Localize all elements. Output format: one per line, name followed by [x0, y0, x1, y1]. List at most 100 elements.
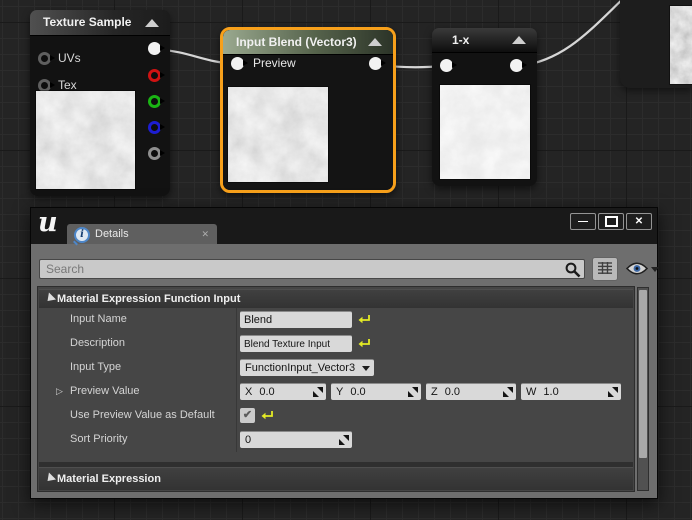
category-expanded-icon — [43, 472, 57, 485]
checkmark-icon: ✔ — [242, 409, 253, 421]
scrollbar-thumb[interactable] — [639, 290, 647, 458]
material-graph-canvas[interactable]: Texture Sample UVs Tex Input Blend (Vect… — [0, 0, 692, 520]
node-texture-sample[interactable]: Texture Sample UVs Tex — [30, 10, 170, 196]
display-filter-button[interactable] — [592, 257, 618, 281]
row-input-type: Input Type FunctionInput_Vector3 — [39, 356, 633, 381]
search-icon — [565, 262, 581, 278]
tab-label: Details — [95, 228, 129, 240]
texture-preview — [228, 87, 328, 182]
value-drag-icon[interactable] — [339, 435, 349, 445]
details-window: u — ✕ i Details ✕ Search Material Expres… — [30, 207, 659, 499]
property-label: Sort Priority — [70, 433, 128, 445]
window-titlebar[interactable]: u — ✕ i Details ✕ — [31, 207, 657, 244]
view-options-caret-icon[interactable] — [651, 267, 659, 272]
node-header[interactable]: 1-x — [432, 28, 537, 53]
tab-details[interactable]: i Details ✕ — [67, 224, 217, 244]
rows-filler — [39, 452, 633, 462]
axis-label: Z — [431, 386, 438, 398]
property-label: Preview Value — [70, 385, 140, 397]
expander-icon[interactable]: ▷ — [56, 380, 63, 403]
property-label: Use Preview Value as Default — [70, 409, 215, 421]
row-sort-priority: Sort Priority 0 — [39, 428, 633, 453]
maximize-button[interactable] — [598, 213, 624, 230]
reset-to-default-icon[interactable] — [358, 314, 371, 326]
input-type-value: FunctionInput_Vector3 — [245, 362, 356, 374]
pin-label: UVs — [58, 51, 81, 65]
category-material-expression-function-input[interactable]: Material Expression Function Input — [39, 289, 633, 308]
axis-value: 0.0 — [444, 386, 461, 398]
node-input-blend-selection-outline[interactable]: Input Blend (Vector3) Preview — [220, 27, 396, 193]
output-pin-rgb[interactable] — [148, 42, 165, 55]
node-header[interactable]: Texture Sample — [30, 10, 170, 36]
axis-value: 0.0 — [350, 386, 366, 398]
node-title: Input Blend (Vector3) — [236, 35, 357, 49]
sort-priority-field[interactable]: 0 — [240, 431, 352, 448]
use-preview-default-checkbox[interactable]: ✔ — [240, 408, 255, 423]
input-name-value[interactable] — [240, 312, 352, 328]
output-pin-red[interactable] — [148, 69, 165, 82]
tab-close-icon[interactable]: ✕ — [201, 224, 209, 244]
node-one-minus-x[interactable]: 1-x — [432, 28, 537, 186]
row-preview-value: ▷ Preview Value X 0.0 Y 0.0 Z 0.0 W 1.0 — [39, 380, 633, 405]
texture-preview — [36, 91, 135, 189]
preview-value-z-field[interactable]: Z 0.0 — [426, 383, 516, 400]
column-divider[interactable] — [236, 308, 237, 452]
node-header[interactable]: Input Blend (Vector3) — [223, 30, 393, 55]
view-options-eye-icon[interactable] — [626, 262, 648, 275]
preview-value-y-field[interactable]: Y 0.0 — [331, 383, 421, 400]
value-drag-icon[interactable] — [608, 387, 618, 397]
dropdown-caret-icon — [362, 366, 370, 371]
output-pin-blue[interactable] — [148, 121, 165, 134]
maximize-icon — [604, 216, 618, 227]
row-use-preview-default: Use Preview Value as Default ✔ — [39, 404, 633, 429]
texture-preview — [440, 85, 530, 179]
sort-priority-value: 0 — [245, 434, 252, 446]
preview-value-x-field[interactable]: X 0.0 — [240, 383, 326, 400]
details-scrollbar[interactable] — [637, 287, 649, 491]
output-pin-alpha[interactable] — [148, 147, 165, 160]
axis-label: X — [245, 386, 253, 398]
category-title: Material Expression — [57, 473, 161, 485]
preview-value-w-field[interactable]: W 1.0 — [521, 383, 621, 400]
input-name-field[interactable] — [240, 311, 352, 328]
input-pin[interactable] — [440, 59, 457, 72]
unreal-logo-icon: u — [38, 207, 58, 238]
grid-icon — [598, 262, 612, 274]
reset-to-default-icon[interactable] — [358, 338, 371, 350]
value-drag-icon[interactable] — [408, 387, 418, 397]
description-value[interactable] — [240, 336, 352, 352]
category-expanded-icon — [43, 292, 57, 305]
description-field[interactable] — [240, 335, 352, 352]
search-input[interactable] — [39, 259, 585, 279]
property-label: Input Type — [70, 361, 122, 373]
output-pin-green[interactable] — [148, 95, 165, 108]
close-button[interactable]: ✕ — [626, 213, 652, 230]
node-title: 1-x — [452, 33, 470, 47]
collapse-arrow-icon[interactable] — [145, 19, 159, 27]
reset-to-default-icon[interactable] — [261, 410, 274, 422]
axis-value: 0.0 — [259, 386, 275, 398]
input-pin-uvs[interactable] — [38, 52, 55, 65]
axis-label: W — [526, 386, 537, 398]
axis-value: 1.0 — [543, 386, 559, 398]
axis-label: Y — [336, 386, 344, 398]
minimize-button[interactable]: — — [570, 213, 596, 230]
input-pin-preview[interactable] — [231, 57, 248, 70]
texture-preview — [670, 6, 692, 84]
input-type-dropdown[interactable]: FunctionInput_Vector3 — [240, 359, 374, 376]
property-label: Input Name — [70, 313, 127, 325]
row-input-name: Input Name — [39, 308, 633, 333]
category-material-expression[interactable]: Material Expression — [39, 467, 633, 490]
value-drag-icon[interactable] — [313, 387, 323, 397]
value-drag-icon[interactable] — [503, 387, 513, 397]
pin-label: Tex — [58, 78, 77, 92]
pin-label: Preview — [253, 56, 296, 70]
collapse-arrow-icon[interactable] — [368, 38, 382, 46]
output-pin[interactable] — [510, 59, 527, 72]
node-input-blend[interactable]: Input Blend (Vector3) Preview — [223, 30, 393, 190]
collapse-arrow-icon[interactable] — [512, 36, 526, 44]
output-pin[interactable] — [369, 57, 386, 70]
node-partial[interactable] — [620, 0, 692, 88]
node-title: Texture Sample — [43, 15, 132, 29]
category-title: Material Expression Function Input — [57, 293, 241, 305]
